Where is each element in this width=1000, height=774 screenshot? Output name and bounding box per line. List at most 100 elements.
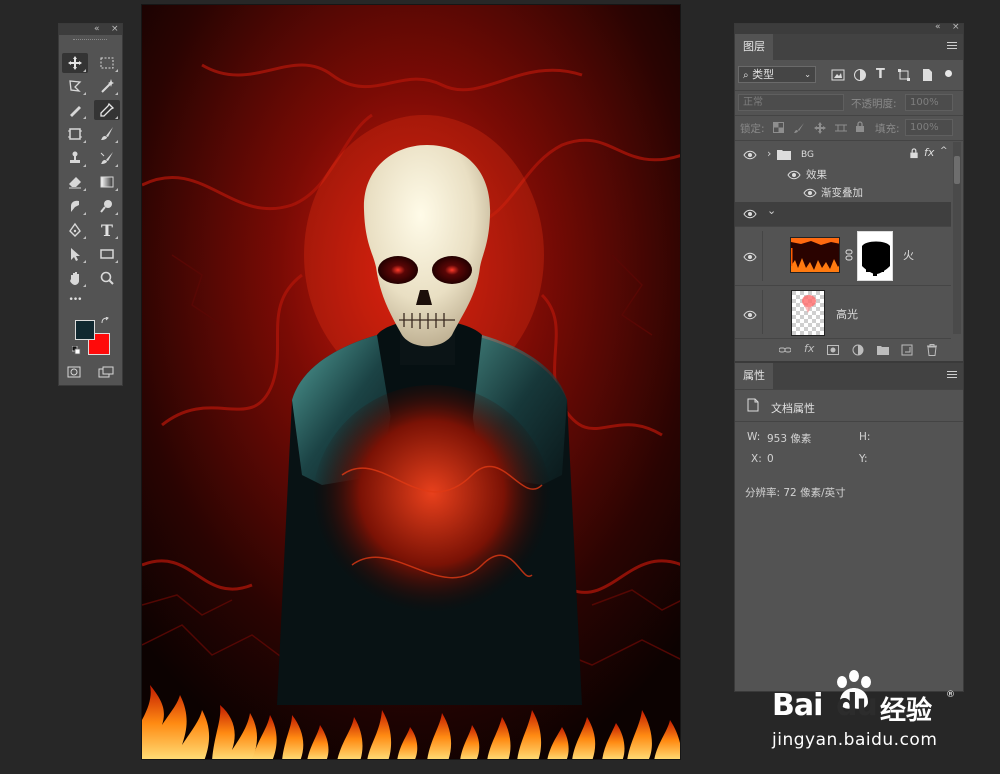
layers-scroll-thumb[interactable]: [954, 156, 960, 184]
hand-tool[interactable]: [62, 268, 88, 288]
adjustment-filter-icon[interactable]: [853, 68, 867, 82]
close-icon[interactable]: ×: [111, 23, 119, 35]
rectangle-tool[interactable]: [94, 244, 120, 264]
frame-tool-icon: [68, 128, 82, 140]
shape-filter-icon[interactable]: [897, 68, 911, 82]
frame-tool[interactable]: [62, 124, 88, 144]
artwork-image: [142, 5, 680, 759]
layer-name[interactable]: BG: [801, 150, 814, 160]
expand-caret-icon[interactable]: ›: [767, 147, 771, 160]
smudge-tool[interactable]: [62, 196, 88, 216]
layer-name[interactable]: 高光: [836, 306, 858, 322]
smart-object-filter-icon[interactable]: [920, 68, 934, 82]
type-tool-icon: T: [101, 220, 113, 240]
layer-row-highlight[interactable]: 高光: [735, 286, 951, 339]
opacity-input[interactable]: 100%: [905, 94, 953, 111]
chevron-down-icon: ⌄: [804, 70, 811, 79]
layer-row-group-expanded[interactable]: ⌄: [735, 202, 951, 227]
lock-label: 锁定:: [740, 123, 765, 135]
layer-row-fire[interactable]: 火: [735, 227, 951, 286]
width-label: W:: [747, 431, 761, 443]
fill-input[interactable]: 100%: [905, 119, 953, 136]
panel-menu-icon[interactable]: [947, 371, 957, 380]
filter-toggle-icon[interactable]: [945, 70, 952, 77]
layer-mask-thumbnail[interactable]: [857, 231, 893, 281]
lock-artboard-icon[interactable]: [835, 122, 847, 134]
watermark-brand-left: Bai: [772, 688, 823, 723]
tab-properties[interactable]: 属性: [735, 363, 773, 389]
layers-panel-header[interactable]: «×: [735, 22, 963, 34]
type-tool[interactable]: T: [94, 220, 120, 240]
layer-thumbnail[interactable]: [791, 290, 825, 336]
foreground-color-swatch[interactable]: [75, 320, 95, 340]
screen-mode-icon[interactable]: [98, 366, 114, 378]
add-mask-icon[interactable]: [827, 344, 839, 356]
new-group-icon[interactable]: [877, 344, 889, 356]
brush-small-tool[interactable]: [62, 100, 88, 120]
smudge-tool-icon: [71, 200, 79, 212]
lasso-tool[interactable]: [62, 76, 88, 96]
visibility-eye-icon[interactable]: [743, 150, 757, 160]
eyedropper-tool[interactable]: [94, 100, 120, 120]
filter-kind-select[interactable]: ⌕ 类型 ⌄: [738, 66, 816, 83]
layers-scrollbar[interactable]: [953, 142, 961, 334]
watermark-brand-right-wrap: du: [836, 688, 878, 723]
dodge-tool[interactable]: [94, 196, 120, 216]
y-label: Y:: [859, 453, 868, 465]
fx-badge[interactable]: fx: [924, 146, 934, 159]
new-adjustment-icon[interactable]: [852, 344, 864, 356]
add-style-icon[interactable]: fx: [804, 342, 814, 355]
tools-panel-header[interactable]: « ×: [59, 24, 122, 35]
collapse-caret-icon[interactable]: ⌄: [767, 204, 776, 217]
swap-colors-icon[interactable]: [101, 317, 110, 326]
document-canvas[interactable]: [141, 4, 681, 760]
link-layers-icon[interactable]: [779, 344, 791, 356]
lock-pixels-icon[interactable]: [793, 122, 805, 134]
width-value[interactable]: 953 像素: [767, 431, 811, 446]
delete-layer-icon[interactable]: [926, 344, 938, 356]
visibility-eye-icon[interactable]: [743, 310, 757, 320]
layer-thumbnail[interactable]: [790, 237, 840, 273]
lock-position-icon[interactable]: [814, 122, 826, 134]
effects-toggle-icon[interactable]: ^: [940, 146, 948, 156]
magic-wand-tool-icon: [101, 79, 114, 93]
visibility-eye-icon[interactable]: [743, 209, 757, 219]
pixel-filter-icon[interactable]: [831, 68, 845, 82]
magic-wand-tool[interactable]: [94, 76, 120, 96]
tab-layers[interactable]: 图层: [735, 34, 773, 60]
folder-icon: [777, 150, 791, 160]
collapse-icon[interactable]: «: [94, 23, 100, 35]
pen-tool[interactable]: [62, 220, 88, 240]
x-value[interactable]: 0: [767, 453, 774, 465]
lock-row: 锁定: 填充: 100%: [735, 116, 963, 140]
lock-transparent-icon[interactable]: [773, 122, 784, 133]
gradient-overlay-effect[interactable]: 渐变叠加: [821, 185, 863, 200]
zoom-tool[interactable]: [94, 268, 120, 288]
grip-handle[interactable]: [73, 39, 107, 42]
eyedropper-tool-icon: [100, 102, 115, 117]
gradient-overlay-eye-icon[interactable]: [803, 188, 817, 198]
brush-tool[interactable]: [94, 124, 120, 144]
effects-label: 效果: [806, 169, 827, 181]
search-icon: ⌕: [743, 70, 749, 81]
eraser-tool[interactable]: [62, 172, 88, 192]
effects-visibility-eye-icon[interactable]: [787, 170, 801, 180]
quick-mask-icon[interactable]: [67, 366, 81, 378]
path-selection-tool[interactable]: [62, 244, 88, 264]
panel-menu-icon[interactable]: [947, 42, 957, 51]
history-brush-tool[interactable]: [94, 148, 120, 168]
visibility-eye-icon[interactable]: [743, 252, 757, 262]
mask-link-icon[interactable]: [845, 249, 853, 261]
blend-mode-select[interactable]: 正常: [738, 94, 844, 111]
pen-tool-icon: [69, 222, 81, 237]
new-layer-icon[interactable]: [901, 344, 913, 356]
type-filter-icon[interactable]: T: [876, 67, 885, 82]
lock-all-icon[interactable]: [855, 121, 865, 133]
default-colors-icon[interactable]: [72, 346, 81, 355]
more-tools[interactable]: •••: [62, 290, 88, 310]
marquee-tool[interactable]: [94, 53, 120, 73]
clone-stamp-tool[interactable]: [62, 148, 88, 168]
layer-name[interactable]: 火: [903, 247, 914, 263]
move-tool[interactable]: [62, 53, 88, 73]
gradient-tool[interactable]: [94, 172, 120, 192]
